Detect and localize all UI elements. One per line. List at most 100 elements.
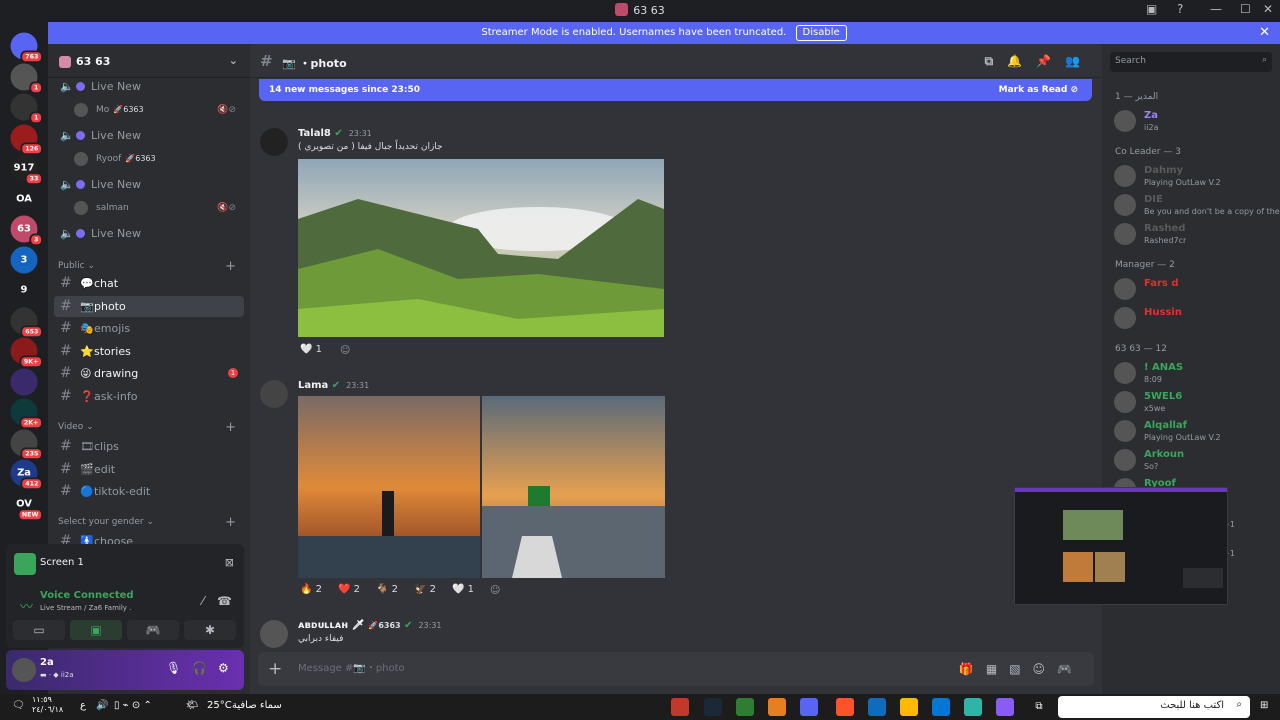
- close-screen-icon[interactable]: ⊠: [225, 556, 234, 569]
- inbox-icon[interactable]: ▣: [1146, 2, 1157, 16]
- disconnect-icon[interactable]: ☎: [217, 594, 232, 608]
- server-icon[interactable]: 763: [10, 32, 43, 64]
- category-gender[interactable]: Select your gender ⌄ +: [58, 515, 238, 530]
- server-icon[interactable]: 917 33: [10, 154, 43, 186]
- discord-icon[interactable]: [800, 698, 818, 716]
- server-icon[interactable]: OA: [10, 185, 38, 212]
- members-icon[interactable]: 👥: [1065, 54, 1094, 68]
- add-channel-icon[interactable]: +: [225, 259, 236, 274]
- sunset-photo-right[interactable]: [482, 396, 665, 578]
- close-icon[interactable]: ✕: [1263, 2, 1273, 16]
- channel-emojis[interactable]: # 🎭emojis: [54, 318, 244, 339]
- server-icon[interactable]: 1: [10, 63, 43, 94]
- avatar[interactable]: [260, 128, 288, 156]
- banner-close-icon[interactable]: ✕: [1259, 22, 1270, 44]
- upload-plus-icon[interactable]: +: [268, 652, 282, 686]
- category-video[interactable]: Video ⌄ +: [58, 420, 238, 435]
- member-item[interactable]: DIE Be you and don't be a copy of the o..…: [1114, 192, 1280, 220]
- channel-stories[interactable]: # ⭐stories: [54, 341, 244, 362]
- member-item[interactable]: Fars d: [1114, 276, 1274, 304]
- chevron-down-icon[interactable]: ⌄: [229, 54, 238, 67]
- reaction[interactable]: 🦅 2: [414, 584, 436, 595]
- category-public[interactable]: Public ⌄ +: [58, 259, 238, 274]
- voice-user[interactable]: salman 🔇⊘: [74, 198, 244, 218]
- edge-icon[interactable]: [964, 698, 982, 716]
- notification-icon[interactable]: 🗨: [12, 700, 25, 711]
- voice-status[interactable]: Voice Connected: [40, 590, 134, 601]
- copilot-icon[interactable]: [996, 698, 1014, 716]
- server-icon[interactable]: 2K+: [10, 398, 43, 430]
- settings-gear-icon[interactable]: ⚙: [218, 661, 229, 675]
- camera-off-button[interactable]: ▭: [13, 620, 65, 640]
- headphones-icon[interactable]: 🎧: [192, 661, 207, 675]
- member-item[interactable]: Za ii2a: [1114, 108, 1274, 136]
- reaction[interactable]: 🐐 2: [376, 584, 398, 595]
- pin-icon[interactable]: 📌: [1036, 54, 1065, 68]
- taskbar-search-input[interactable]: اكتب هنا للبحث ⌕: [1058, 696, 1250, 718]
- server-icon[interactable]: 126: [10, 124, 43, 155]
- gift-icon[interactable]: 🎁: [959, 662, 986, 676]
- help-icon[interactable]: ?: [1177, 2, 1183, 16]
- server-icon[interactable]: 235: [10, 429, 43, 460]
- avatar[interactable]: [260, 380, 288, 408]
- message-author[interactable]: Lama ✔ 23:31: [298, 380, 369, 391]
- reaction[interactable]: 🤍 1: [452, 584, 474, 595]
- add-reaction-icon[interactable]: ☺: [340, 345, 350, 356]
- channel-ask-info[interactable]: # ❓ask-info: [54, 386, 244, 407]
- server-icon[interactable]: 3: [10, 246, 38, 273]
- mark-as-read-button[interactable]: Mark as Read ⊘: [999, 79, 1078, 101]
- activity-button[interactable]: 🎮: [127, 620, 179, 640]
- channel-photo[interactable]: # 📷photo: [54, 295, 244, 317]
- add-channel-icon[interactable]: +: [225, 420, 236, 435]
- brave-icon[interactable]: [836, 698, 854, 716]
- add-reaction-icon[interactable]: ☺: [490, 585, 500, 596]
- reaction[interactable]: ❤️ 2: [338, 584, 360, 595]
- member-item[interactable]: 5WEL6 x5we: [1114, 389, 1274, 417]
- weather-text[interactable]: سماء صافية: [232, 700, 282, 711]
- stream-preview[interactable]: [1014, 487, 1228, 605]
- app-icon[interactable]: [671, 698, 689, 716]
- voice-channel[interactable]: 🔈 Live New: [54, 224, 244, 244]
- outlook-icon[interactable]: [868, 698, 886, 716]
- reaction[interactable]: 🤍 1: [300, 344, 322, 355]
- add-channel-icon[interactable]: +: [225, 515, 236, 530]
- server-icon[interactable]: [10, 368, 38, 395]
- server-icon[interactable]: OV NEW: [10, 490, 43, 521]
- sticker-icon[interactable]: ▧: [1009, 662, 1032, 676]
- volume-icon[interactable]: 🔊: [96, 700, 108, 711]
- microphone-icon[interactable]: 🎙: [166, 661, 181, 675]
- channel-chat[interactable]: # 💬chat: [54, 273, 244, 294]
- search-input[interactable]: Search ⌕: [1110, 52, 1272, 72]
- channel-tiktok-edit[interactable]: # 🔵tiktok-edit: [54, 481, 244, 502]
- bell-icon[interactable]: 🔔: [1007, 54, 1036, 68]
- file-explorer-icon[interactable]: [900, 698, 918, 716]
- windows-start-icon[interactable]: ⊞: [1260, 700, 1268, 711]
- header-actions[interactable]: ⧉🔔📌👥: [985, 54, 1094, 69]
- member-item[interactable]: Arkoun So?: [1114, 447, 1274, 475]
- voice-channel[interactable]: 🔈 Live New: [54, 126, 244, 146]
- member-item[interactable]: Dahmy Playing OutLaw V.2: [1114, 163, 1274, 191]
- soundboard-button[interactable]: ✱: [184, 620, 236, 640]
- sunset-photo-left[interactable]: [298, 396, 480, 578]
- voice-user[interactable]: Mo 🚀6363 🔇⊘: [74, 100, 244, 120]
- server-icon[interactable]: 653: [10, 307, 43, 338]
- emoji-icon[interactable]: ☺: [1033, 662, 1058, 676]
- member-item[interactable]: Rashed Rashed7cr: [1114, 221, 1274, 249]
- clock[interactable]: ١١:٥٩ ٢٤/٠٦/١٨: [32, 695, 63, 715]
- minimize-icon[interactable]: —: [1210, 2, 1222, 16]
- disable-button[interactable]: Disable: [795, 25, 847, 41]
- voice-channel[interactable]: 🔈 Live New: [54, 175, 244, 195]
- noise-suppression-icon[interactable]: ⁄: [202, 594, 204, 608]
- message-author[interactable]: ᴀʙᴅᴜʟʟᴀʜ 🗡 🚀6363 ✔ 23:31: [298, 620, 442, 631]
- server-icon[interactable]: 63 3: [10, 215, 43, 247]
- edge-icon[interactable]: [932, 698, 950, 716]
- steam-icon[interactable]: [704, 698, 722, 716]
- apps-icon[interactable]: 🎮: [1057, 662, 1084, 676]
- message-composer[interactable]: + Message #📷・photo 🎁▦▧☺🎮: [258, 652, 1094, 686]
- weather-temp[interactable]: 25°C: [207, 700, 232, 711]
- voice-user[interactable]: Ryoof 🚀6363: [74, 149, 244, 169]
- message-author[interactable]: Talal8 ✔ 23:31: [298, 128, 372, 139]
- avatar[interactable]: [260, 620, 288, 648]
- server-icon[interactable]: 9: [10, 276, 38, 304]
- member-item[interactable]: Hussin: [1114, 305, 1274, 333]
